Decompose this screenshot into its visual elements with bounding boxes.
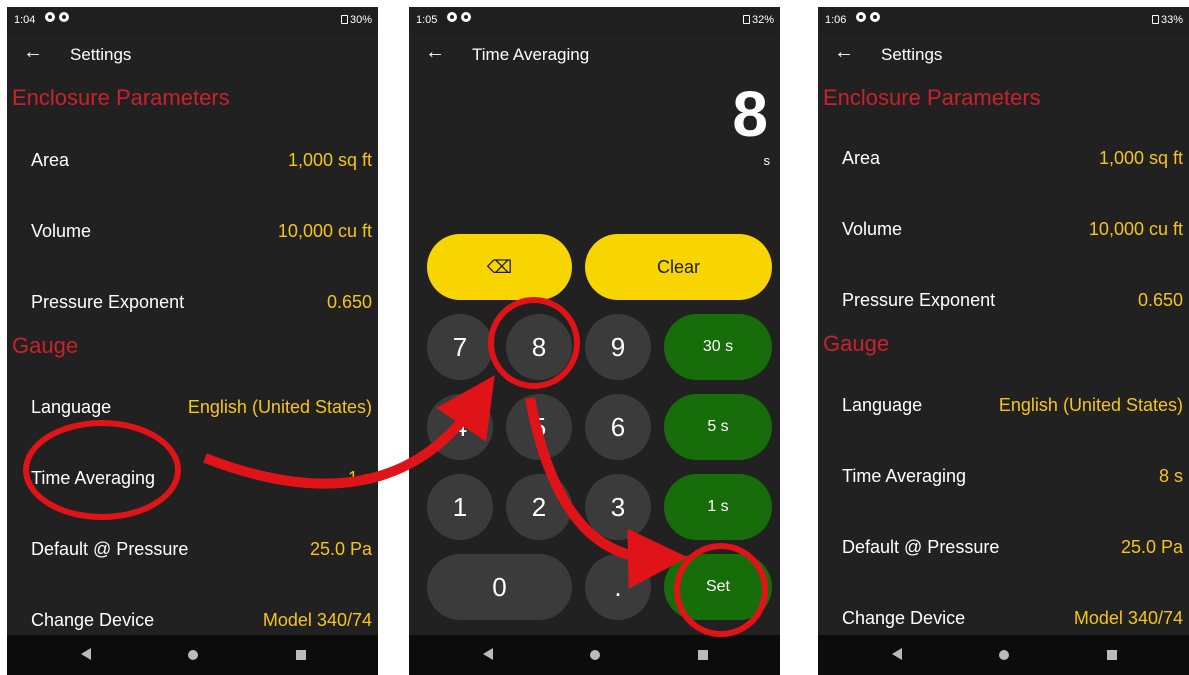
arrow-to-keypad (203, 375, 495, 489)
annotation-arrows (203, 375, 688, 589)
arrow-to-set-button (525, 397, 688, 589)
